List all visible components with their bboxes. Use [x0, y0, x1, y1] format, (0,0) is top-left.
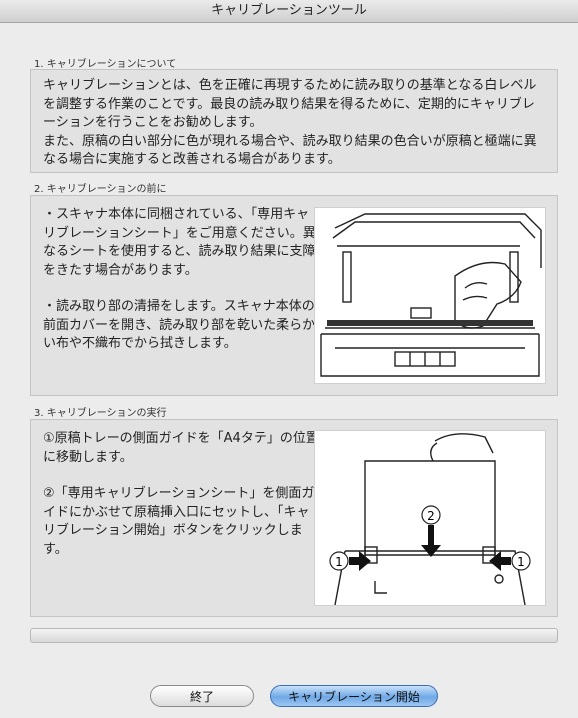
calibration-progress-bar [30, 628, 558, 643]
section-1-paragraph-1: キャリブレーションとは、色を正確に再現するために読み取りの基準となる白レベルを調… [43, 78, 537, 130]
step-2-marker: 2 [427, 509, 435, 523]
section-1-title: 1. キャリブレーションについて [34, 59, 177, 70]
step-1-marker-left: 1 [335, 555, 343, 569]
section-2-panel: ・スキャナ本体に同梱されている、「専用キャリブレーションシート」をご用意ください… [30, 195, 558, 396]
section-3-panel: ①原稿トレーの側面ガイドを「A4タテ」の位置に移動します。 ②「専用キャリブレー… [30, 419, 558, 617]
scanner-open-cover-drawing [320, 213, 542, 377]
close-button[interactable]: 終了 [150, 685, 254, 707]
section-3-paragraph-1: ①原稿トレーの側面ガイドを「A4タテ」の位置に移動します。 [43, 431, 319, 465]
section-2-title: 2. キャリブレーションの前に [34, 184, 167, 195]
section-1-panel: キャリブレーションとは、色を正確に再現するために読み取りの基準となる白レベルを調… [30, 69, 558, 173]
sheet-insertion-drawing: 2 1 1 [329, 433, 531, 606]
section-3-title: 3. キャリブレーションの実行 [34, 408, 167, 419]
start-calibration-button[interactable]: キャリブレーション開始 [270, 685, 438, 707]
section-2-paragraph-1: ・スキャナ本体に同梱されている、「専用キャリブレーションシート」をご用意ください… [43, 207, 316, 278]
window-title: キャリブレーションツール [0, 0, 578, 23]
calibration-sheet-illustration: 2 1 1 [314, 430, 546, 606]
section-1-paragraph-2: また、原稿の白い部分に色が現れる場合や、読み取り結果の色合いが原稿と極端に異なる… [43, 133, 537, 168]
calibration-window: キャリブレーションツール 1. キャリブレーションについて キャリブレーションと… [0, 0, 578, 718]
section-3-paragraph-2: ②「専用キャリブレーションシート」を側面ガイドにかぶせて原稿挿入口にセットし、「… [43, 486, 315, 557]
section-2-paragraph-2: ・読み取り部の清掃をします。スキャナ本体の前面カバーを開き、読み取り部を乾いた柔… [43, 299, 316, 351]
step-1-marker-right: 1 [517, 555, 525, 569]
scanner-cleaning-illustration [314, 207, 546, 384]
